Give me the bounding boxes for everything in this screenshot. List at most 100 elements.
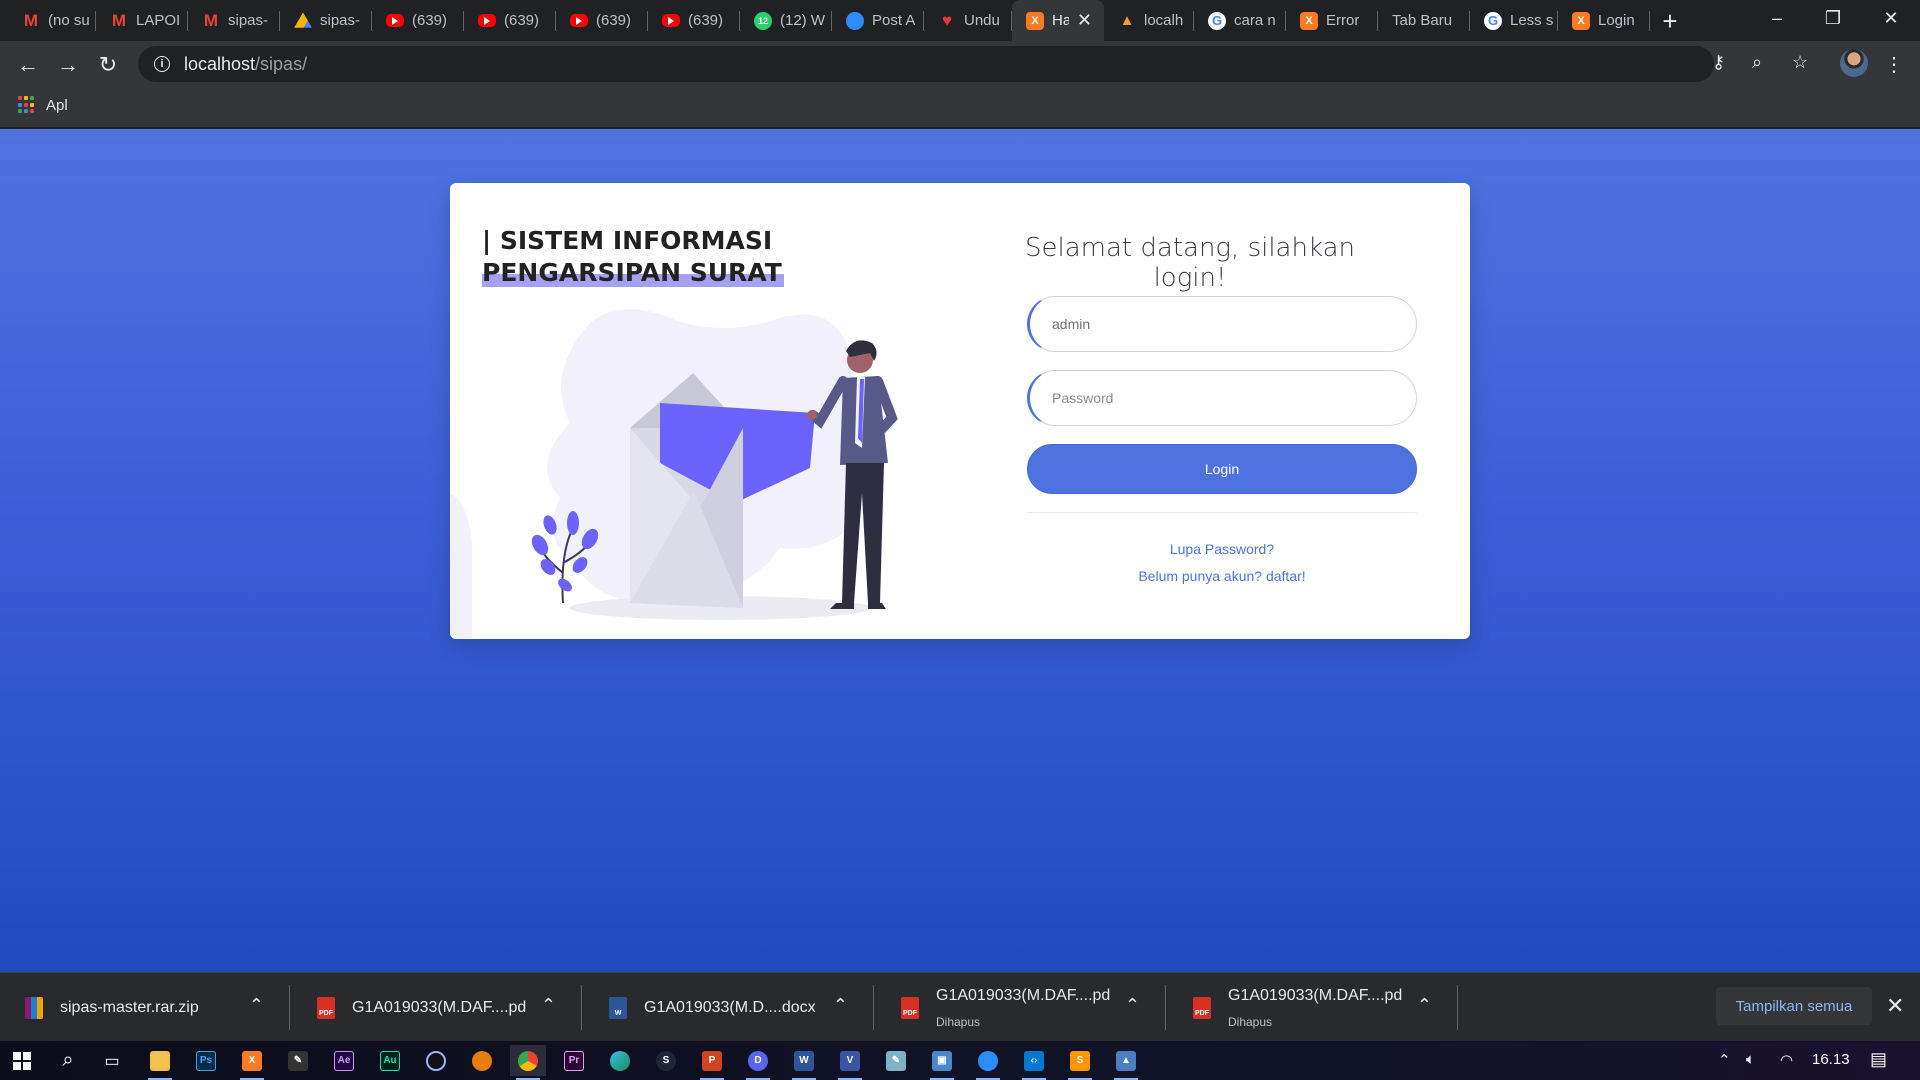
tab-gmail-1[interactable]: M (no su — [8, 0, 96, 41]
audition-icon[interactable]: Au — [372, 1045, 408, 1076]
file-explorer-icon[interactable] — [142, 1045, 178, 1080]
zoom-taskbar-icon[interactable] — [970, 1045, 1006, 1080]
chevron-up-icon[interactable]: ⌃ — [249, 995, 264, 1016]
tab-error[interactable]: X Error — [1286, 0, 1378, 41]
tab-youtube-2[interactable]: (639) — [464, 0, 556, 41]
youtube-icon — [386, 14, 404, 27]
site-info-icon[interactable]: i — [154, 56, 170, 72]
tab-whatsapp[interactable]: 12 (12) W — [740, 0, 832, 41]
apps-shortcut[interactable]: Apl — [18, 96, 68, 114]
chrome-taskbar-icon[interactable] — [510, 1045, 546, 1080]
chevron-up-icon[interactable]: ⌃ — [541, 995, 556, 1016]
photos-icon[interactable]: ▲ — [1108, 1045, 1144, 1080]
edge-icon[interactable] — [602, 1045, 638, 1076]
taskbar-clock[interactable]: 16.13 — [1812, 1051, 1850, 1068]
download-item[interactable]: PDF G1A019033(M.DAF....pd Dihapus ⌃ — [876, 973, 1166, 1042]
menu-kebab-icon[interactable]: ⋮ — [1884, 52, 1904, 77]
gmail-icon: M — [202, 10, 220, 30]
whatsapp-icon: 12 — [754, 11, 772, 30]
apps-grid-icon — [18, 96, 36, 114]
tab-login[interactable]: X Login — [1558, 0, 1650, 41]
tab-youtube-3[interactable]: (639) — [556, 0, 648, 41]
sublime-text-icon[interactable]: S — [1062, 1045, 1098, 1080]
volume-icon[interactable]: 🔈︎ — [1746, 1051, 1755, 1068]
tab-youtube-1[interactable]: (639) — [372, 0, 464, 41]
tab-youtube-4[interactable]: (639) — [648, 0, 740, 41]
notifications-icon[interactable]: ▤ — [1870, 1049, 1887, 1070]
login-button[interactable]: Login — [1027, 444, 1417, 494]
google-icon: G — [1208, 11, 1226, 30]
tab-active-xampp[interactable]: X Ha ✕ — [1012, 0, 1104, 41]
youtube-icon — [478, 14, 496, 27]
xampp-icon: X — [1026, 11, 1044, 30]
download-status: Dihapus — [1228, 1015, 1273, 1029]
windows-start-button[interactable] — [4, 1045, 40, 1076]
zoom-icon[interactable]: ⌕ — [1752, 52, 1762, 73]
username-field[interactable] — [1027, 296, 1417, 352]
gmail-icon: M — [22, 10, 40, 30]
winrar-icon — [25, 997, 43, 1019]
download-item[interactable]: PDF G1A019033(M.DAF....pd Dihapus ⌃ — [1168, 973, 1458, 1042]
tray-chevron-up-icon[interactable]: ⌃ — [1718, 1051, 1731, 1069]
reload-button[interactable]: ↻ — [92, 49, 124, 81]
inkscape-icon[interactable]: ✎ — [280, 1045, 316, 1076]
chevron-up-icon[interactable]: ⌃ — [833, 995, 848, 1016]
bookmark-star-icon[interactable]: ☆ — [1792, 52, 1808, 73]
taskbar-search-icon[interactable]: ⌕ — [50, 1045, 86, 1076]
tab-zoom[interactable]: Post A — [832, 0, 924, 41]
bookmarks-bar: Apl — [0, 88, 1920, 128]
heart-icon: ♥ — [941, 10, 953, 30]
tab-gmail-3[interactable]: Msipas- — [188, 0, 280, 41]
vscode-icon[interactable]: ‹› — [1016, 1045, 1052, 1080]
close-downloads-icon[interactable]: ✕ — [1886, 993, 1904, 1019]
google-drive-icon — [294, 12, 312, 28]
tab-gmail-2[interactable]: M LAPOI — [96, 0, 188, 41]
xampp-taskbar-icon[interactable]: X — [234, 1045, 270, 1080]
minimize-button[interactable]: – — [1754, 0, 1800, 36]
download-item[interactable]: sipas-master.rar.zip ⌃ — [0, 973, 290, 1042]
tab-drive[interactable]: sipas- — [280, 0, 372, 41]
word-doc-icon: W — [609, 997, 627, 1019]
premiere-icon[interactable]: Pr — [556, 1045, 592, 1076]
chevron-up-icon[interactable]: ⌃ — [1417, 995, 1432, 1016]
forward-button[interactable]: → — [52, 49, 84, 81]
forgot-password-link[interactable]: Lupa Password? — [990, 541, 1454, 557]
close-tab-icon[interactable]: ✕ — [1077, 10, 1092, 31]
new-tab-button[interactable]: + — [1655, 6, 1685, 36]
download-item[interactable]: W G1A019033(M.D....docx ⌃ — [584, 973, 874, 1042]
tab-unduh[interactable]: ♥ Undu — [924, 0, 1012, 41]
tab-new-tab[interactable]: Tab Baru — [1378, 0, 1470, 41]
key-icon[interactable]: ⚷ — [1712, 52, 1725, 73]
tab-google-search[interactable]: Gcara n — [1194, 0, 1286, 41]
download-status: Dihapus — [936, 1015, 981, 1029]
discord-icon[interactable]: D — [740, 1045, 776, 1080]
password-field[interactable] — [1027, 370, 1417, 426]
photoshop-icon[interactable]: Ps — [188, 1045, 224, 1076]
register-link[interactable]: Belum punya akun? daftar! — [990, 568, 1454, 584]
powerpoint-icon[interactable]: P — [694, 1045, 730, 1080]
login-card: | SISTEM INFORMASI PENGARSIPAN SURAT Sel… — [450, 183, 1470, 639]
gmail-icon: M — [110, 10, 128, 30]
restore-button[interactable]: ❐ — [1810, 0, 1856, 36]
task-view-icon[interactable]: ▭ — [94, 1045, 130, 1076]
word-taskbar-icon[interactable]: W — [786, 1045, 822, 1080]
notes-icon[interactable]: ✎ — [878, 1045, 914, 1076]
steam-icon[interactable]: S — [648, 1045, 684, 1076]
tab-google-less[interactable]: G Less s — [1470, 0, 1558, 41]
show-all-downloads-button[interactable]: Tampilkan semua — [1716, 987, 1872, 1025]
address-bar[interactable]: i localhost/sipas/ — [138, 46, 1714, 82]
chevron-up-icon[interactable]: ⌃ — [1125, 995, 1140, 1016]
snipping-tool-icon[interactable]: ▣ — [924, 1045, 960, 1080]
tab-localhost[interactable]: ▲ localh — [1104, 0, 1194, 41]
close-window-button[interactable]: ✕ — [1868, 0, 1914, 36]
wifi-icon[interactable]: ◠ — [1780, 1051, 1793, 1069]
browser-toolbar: ← → ↻ i localhost/sipas/ ⚷ ⌕ ☆ ⋮ — [0, 41, 1920, 88]
download-item[interactable]: PDF G1A019033(M.DAF....pd ⌃ — [292, 973, 582, 1042]
illustration-corner-blob — [450, 493, 472, 639]
profile-avatar[interactable] — [1840, 49, 1868, 77]
blender-icon[interactable] — [464, 1045, 500, 1076]
after-effects-icon[interactable]: Ae — [326, 1045, 362, 1076]
back-button[interactable]: ← — [12, 49, 44, 81]
visio-icon[interactable]: V — [832, 1045, 868, 1080]
cinema4d-icon[interactable] — [418, 1045, 454, 1076]
